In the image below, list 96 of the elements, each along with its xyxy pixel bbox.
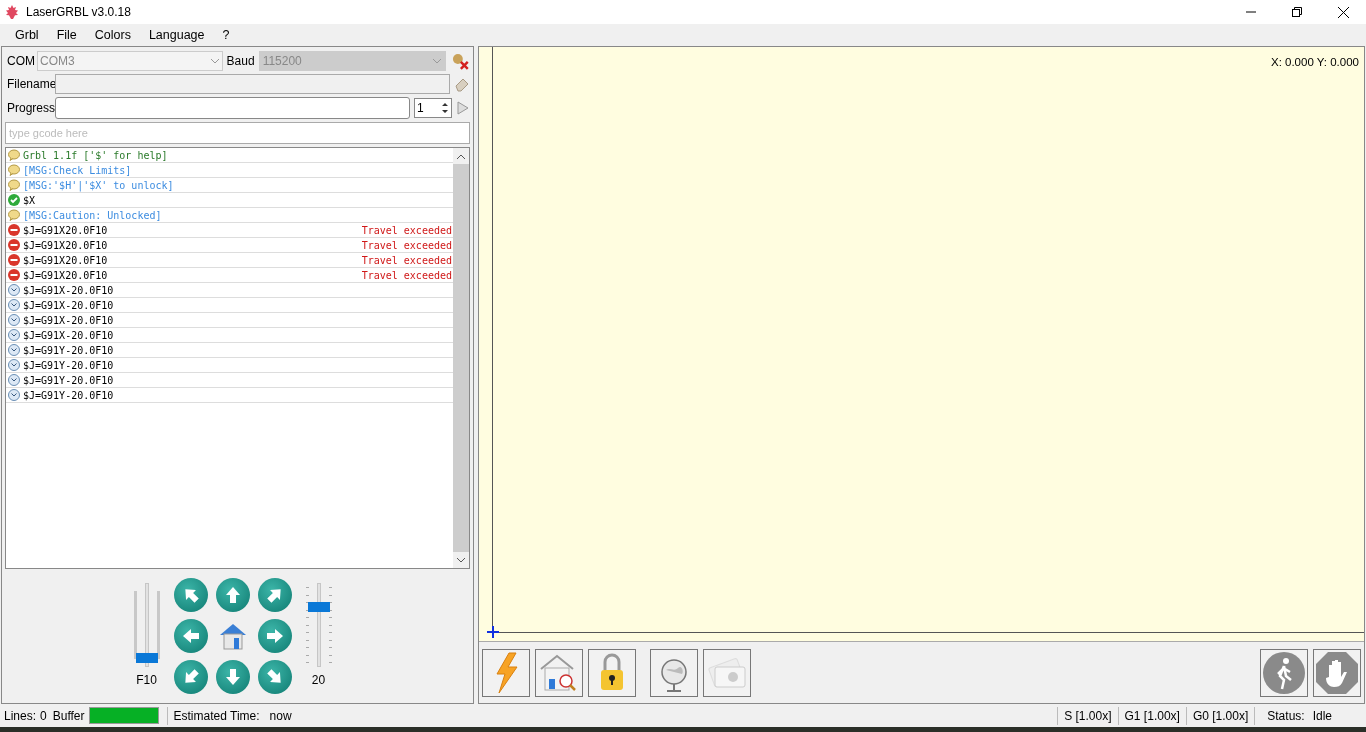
origin-cross-icon xyxy=(487,626,499,638)
jog-button[interactable] xyxy=(215,660,250,694)
log-entry: $J=G91Y-20.0F10 xyxy=(23,358,114,373)
globe-button[interactable] xyxy=(650,648,698,697)
status-value: Idle xyxy=(1312,707,1332,725)
menu-item[interactable]: Grbl xyxy=(6,25,48,45)
clock-icon xyxy=(8,389,20,401)
chevron-down-icon xyxy=(209,58,220,64)
status-label: Status: xyxy=(1267,707,1305,725)
log-entry: [MSG:Caution: Unlocked] xyxy=(23,208,162,223)
lines-count: 0 xyxy=(40,707,47,725)
speech-bubble-icon xyxy=(8,164,20,176)
resume-button[interactable] xyxy=(1260,648,1308,697)
jog-button[interactable] xyxy=(173,619,208,653)
clock-icon xyxy=(8,314,20,326)
clock-icon xyxy=(8,344,20,356)
com-label: COM xyxy=(6,53,33,70)
log-entry: [MSG:'$H'|'$X' to unlock] xyxy=(23,178,174,193)
log-entry: $J=G91Y-20.0F10 xyxy=(23,373,114,388)
maple-leaf-icon xyxy=(4,4,20,20)
log-entry: $J=G91X-20.0F10 xyxy=(23,328,114,343)
log-entry: $J=G91Y-20.0F10 xyxy=(23,388,114,403)
speech-bubble-icon xyxy=(8,179,20,191)
no-entry-icon xyxy=(8,224,20,236)
stop-button[interactable] xyxy=(1313,648,1361,697)
speech-bubble-icon xyxy=(8,149,20,161)
play-icon[interactable] xyxy=(456,100,470,116)
eraser-icon[interactable] xyxy=(454,76,470,92)
log-entry: $J=G91X20.0F10 xyxy=(23,253,108,268)
disconnect-icon[interactable] xyxy=(450,51,470,71)
log-entry: $J=G91X-20.0F10 xyxy=(23,313,114,328)
slider-thumb[interactable] xyxy=(135,653,158,664)
speech-bubble-icon xyxy=(8,209,20,221)
slider-thumb[interactable] xyxy=(307,601,330,612)
coordinates-label: X: 0.000 Y: 0.000 xyxy=(1270,55,1359,70)
no-entry-icon xyxy=(8,239,20,251)
no-entry-icon xyxy=(8,269,20,281)
laser-button[interactable] xyxy=(482,648,530,697)
slider-track[interactable] xyxy=(303,583,334,667)
jog-button[interactable] xyxy=(257,619,292,653)
jog-button[interactable] xyxy=(173,578,208,612)
log-result: Travel exceeded xyxy=(361,268,452,283)
log-entry: $X xyxy=(23,193,36,208)
menu-item[interactable]: Colors xyxy=(85,25,140,45)
slider-value: 20 xyxy=(311,672,326,689)
gcode-input[interactable]: type gcode here xyxy=(5,122,470,144)
log-entry: $J=G91X-20.0F10 xyxy=(23,298,114,313)
log-entry: $J=G91Y-20.0F10 xyxy=(23,343,114,358)
no-entry-icon xyxy=(8,254,20,266)
window-title: LaserGRBL v3.0.18 xyxy=(26,4,131,21)
log-entry: [MSG:Check Limits] xyxy=(23,163,132,178)
close-icon xyxy=(1337,6,1349,18)
menu-item[interactable]: File xyxy=(47,25,86,45)
log-result: Travel exceeded xyxy=(361,238,452,253)
clock-icon xyxy=(8,299,20,311)
buffer-label: Buffer xyxy=(52,707,85,725)
log-result: Travel exceeded xyxy=(361,253,452,268)
log-entry: $J=G91X20.0F10 xyxy=(23,268,108,283)
unlock-button[interactable] xyxy=(588,648,636,697)
restore-icon xyxy=(1292,7,1302,17)
clock-icon xyxy=(8,284,20,296)
walking-person-icon xyxy=(1262,650,1306,695)
chevron-down-icon xyxy=(457,557,465,563)
log-entry: $J=G91X-20.0F10 xyxy=(23,283,114,298)
clock-icon xyxy=(8,329,20,341)
clock-icon xyxy=(8,359,20,371)
log-entry: Grbl 1.1f ['$' for help] xyxy=(23,148,168,163)
slider-track[interactable] xyxy=(131,583,162,667)
log-result: Travel exceeded xyxy=(361,223,452,238)
slider-value: F10 xyxy=(136,672,157,689)
menu-item[interactable]: ? xyxy=(213,25,239,45)
log-entry: $J=G91X20.0F10 xyxy=(23,223,108,238)
clock-icon xyxy=(8,374,20,386)
estimated-time-value: now xyxy=(269,707,292,725)
estimated-time-label: Estimated Time: xyxy=(173,707,260,725)
override-value: G1 [1.00x] xyxy=(1123,707,1181,725)
stop-hand-icon xyxy=(1315,650,1359,695)
homing-button[interactable] xyxy=(535,648,583,697)
override-value: S [1.00x] xyxy=(1063,707,1113,725)
check-icon xyxy=(8,194,20,206)
copies-spinner[interactable]: 1 xyxy=(414,98,452,118)
arrow-icon xyxy=(264,626,285,646)
frame-button[interactable] xyxy=(703,648,751,697)
override-value: G0 [1.00x] xyxy=(1191,707,1250,725)
jog-button[interactable] xyxy=(257,578,292,612)
menu-item[interactable]: Language xyxy=(139,25,214,45)
chevron-down-icon xyxy=(432,58,443,64)
scrollbar[interactable] xyxy=(453,148,469,568)
baud-label: Baud xyxy=(226,53,255,70)
log-entry: $J=G91X20.0F10 xyxy=(23,238,108,253)
jog-button[interactable] xyxy=(173,660,208,694)
chevron-up-icon xyxy=(457,153,465,159)
jog-button[interactable] xyxy=(257,660,292,694)
jog-button[interactable] xyxy=(215,578,250,612)
filename-field[interactable] xyxy=(55,74,450,94)
lines-label: Lines: xyxy=(4,707,37,725)
